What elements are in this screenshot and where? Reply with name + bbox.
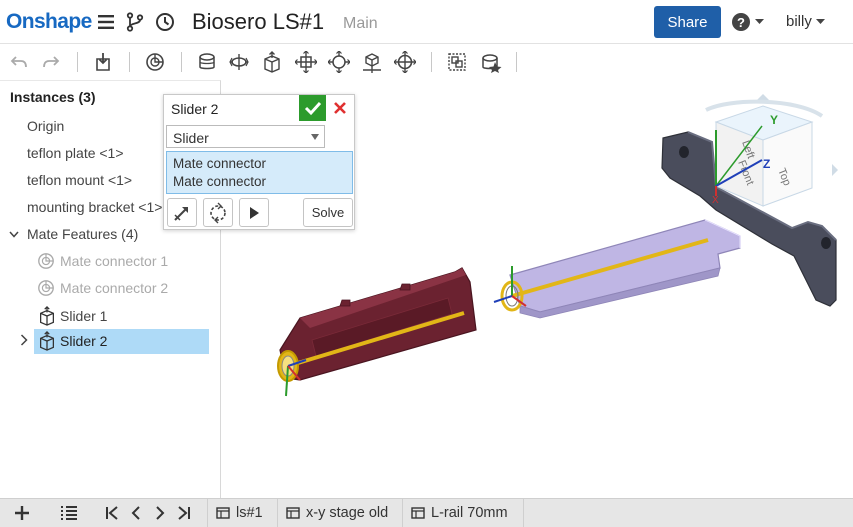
mate-connector-icon <box>38 280 54 296</box>
flip-axis-icon <box>174 206 188 221</box>
user-name: billy <box>786 13 812 30</box>
cylindrical-mate-icon[interactable] <box>328 51 350 73</box>
axis-label-y: Y <box>770 113 778 127</box>
toolbar-divider <box>181 52 182 72</box>
tab-list-icon[interactable] <box>58 502 80 524</box>
checkmark-icon <box>304 101 321 116</box>
mate-connectors-selection[interactable]: Mate connector Mate connector <box>166 151 353 194</box>
toolbar-divider <box>516 52 517 72</box>
mate-connector-icon[interactable] <box>144 51 166 73</box>
instance-teflon-plate[interactable]: teflon plate <1> <box>27 145 124 161</box>
history-icon[interactable] <box>154 11 176 33</box>
part-studio-tab-icon <box>411 507 425 519</box>
user-menu[interactable]: billy <box>786 13 825 30</box>
toolbar-divider <box>431 52 432 72</box>
revolute-mate-icon[interactable] <box>228 51 250 73</box>
onshape-app: Onshape Biosero LS#1 Main Share ? billy <box>0 0 853 527</box>
rotate-axis-icon <box>210 202 226 223</box>
next-tab-icon[interactable] <box>149 502 171 524</box>
assembly-toolbar <box>0 44 853 80</box>
reorient-secondary-axis-button[interactable] <box>203 198 233 227</box>
undo-icon[interactable] <box>8 51 30 73</box>
previous-tab-icon[interactable] <box>125 502 147 524</box>
first-tab-icon[interactable] <box>101 502 123 524</box>
planar-mate-icon[interactable] <box>295 51 317 73</box>
feature-label: Mate connector 1 <box>60 253 169 269</box>
feature-slider-2[interactable]: Slider 2 <box>37 331 107 351</box>
rotate-right-arrow[interactable] <box>832 164 838 176</box>
last-tab-icon[interactable] <box>173 502 195 524</box>
onshape-logo[interactable]: Onshape <box>6 10 92 34</box>
redo-icon[interactable] <box>40 51 62 73</box>
tab-xy-stage-old[interactable]: x-y stage old <box>277 499 397 527</box>
menu-icon[interactable] <box>95 11 117 33</box>
accept-button[interactable] <box>299 95 326 121</box>
chevron-down-icon[interactable] <box>9 231 19 238</box>
toolbar-divider <box>77 52 78 72</box>
svg-text:?: ? <box>737 15 745 30</box>
selection-item-1[interactable]: Mate connector <box>173 155 346 173</box>
top-header: Onshape Biosero LS#1 Main Share ? billy <box>0 0 853 44</box>
close-icon <box>334 102 346 114</box>
toolbar-divider <box>129 52 130 72</box>
ball-mate-icon[interactable] <box>394 51 416 73</box>
mate-features-label: Mate Features (4) <box>27 226 139 242</box>
dialog-title[interactable]: Slider 2 <box>171 101 218 117</box>
replicate-icon[interactable] <box>480 51 502 73</box>
chevron-down-icon <box>755 19 764 24</box>
flip-primary-axis-button[interactable] <box>167 198 197 227</box>
axis-label-z: Z <box>763 157 770 171</box>
tab-label: ls#1 <box>236 505 263 521</box>
slider-mate-icon <box>40 331 54 351</box>
tab-label: x-y stage old <box>306 505 389 521</box>
add-icon[interactable] <box>11 502 33 524</box>
instance-origin[interactable]: Origin <box>27 118 64 134</box>
chevron-down-icon <box>815 18 825 24</box>
tab-ls1[interactable]: ls#1 <box>207 499 273 527</box>
feature-slider-1[interactable]: Slider 1 <box>37 306 107 326</box>
selection-item-2[interactable]: Mate connector <box>173 173 346 191</box>
mate-features-folder[interactable]: Mate Features (4) <box>9 226 138 242</box>
part-studio-tab-icon <box>286 507 300 519</box>
rotate-up-arrow[interactable] <box>757 94 769 100</box>
slider-mate-icon <box>40 306 54 326</box>
tab-l-rail-70mm[interactable]: L-rail 70mm <box>402 499 524 527</box>
cancel-button[interactable] <box>330 98 350 118</box>
help-icon: ? <box>732 13 750 31</box>
slider-mate-dialog: Slider 2 Slider Mate connector Mate conn… <box>163 94 355 230</box>
share-button[interactable]: Share <box>654 6 721 38</box>
solve-button[interactable]: Solve <box>303 198 353 227</box>
feature-mate-connector-1[interactable]: Mate connector 1 <box>37 252 168 270</box>
animate-button[interactable] <box>239 198 269 227</box>
feature-label: Slider 2 <box>60 333 108 349</box>
group-icon[interactable] <box>446 51 468 73</box>
play-icon <box>250 206 259 219</box>
teflon-mount[interactable] <box>509 219 741 319</box>
mate-connector-icon <box>38 253 54 269</box>
assembly-tab-icon <box>216 507 230 519</box>
pin-slot-mate-icon[interactable] <box>361 51 383 73</box>
instance-teflon-mount[interactable]: teflon mount <1> <box>27 172 132 188</box>
teflon-plate[interactable] <box>279 267 477 381</box>
instances-title[interactable]: Instances (3) <box>10 89 96 105</box>
fastened-mate-icon[interactable] <box>196 51 218 73</box>
feature-label: Slider 1 <box>60 308 108 324</box>
workspace-name[interactable]: Main <box>343 15 378 33</box>
axis-label-x: X <box>712 195 719 206</box>
mate-type-select[interactable]: Slider <box>166 125 325 148</box>
mate-type-value: Slider <box>173 130 209 146</box>
tab-label: L-rail 70mm <box>431 505 508 521</box>
feature-mate-connector-2[interactable]: Mate connector 2 <box>37 279 168 297</box>
tab-bar: ls#1 x-y stage old L-rail 70mm <box>0 498 853 527</box>
insert-icon[interactable] <box>92 51 114 73</box>
view-cube[interactable]: Left Front Top Y Z X <box>705 94 838 207</box>
document-title[interactable]: Biosero LS#1 <box>192 9 324 35</box>
feature-label: Mate connector 2 <box>60 280 169 296</box>
instance-mounting-bracket[interactable]: mounting bracket <1> <box>27 199 162 215</box>
chevron-down-icon <box>311 134 319 140</box>
branch-icon[interactable] <box>124 11 146 33</box>
help-menu[interactable]: ? <box>731 12 764 32</box>
slider-mate-icon[interactable] <box>261 51 283 73</box>
chevron-right-icon[interactable] <box>20 334 28 346</box>
